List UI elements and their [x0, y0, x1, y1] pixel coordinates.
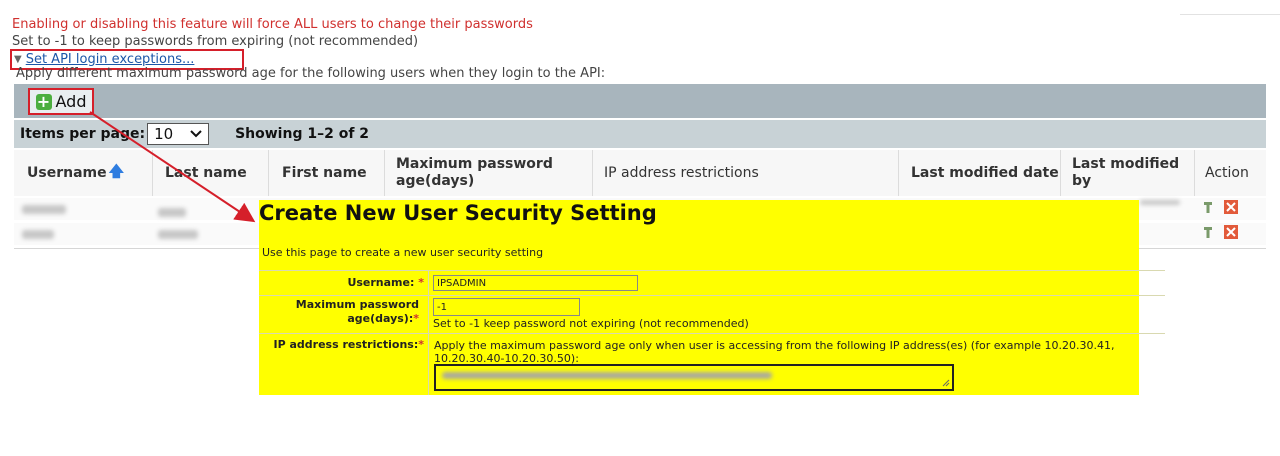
panel-subtitle: Use this page to create a new user secur… [262, 246, 544, 259]
column-label: Action [1205, 165, 1249, 181]
column-label: Username [27, 165, 107, 181]
sort-up-arrow-icon[interactable]: 🡅 [109, 161, 124, 186]
apply-description: Apply different maximum password age for… [16, 66, 606, 81]
expiry-note: Set to -1 to keep passwords from expirin… [12, 34, 419, 49]
table-toolbar [14, 84, 1266, 118]
page-size-value: 10 [154, 125, 174, 143]
api-exceptions-link[interactable]: Set API login exceptions... [26, 52, 195, 67]
column-label: Last modified by [1072, 156, 1180, 189]
max-password-age-label: Maximum password age(days):* [295, 298, 419, 325]
column-ip-restrictions[interactable]: IP address restrictions [592, 150, 899, 196]
plus-icon: + [35, 91, 52, 111]
column-max-age[interactable]: Maximum password age(days) [384, 150, 593, 196]
column-label: Last name [165, 165, 247, 181]
delete-icon[interactable] [1224, 200, 1238, 214]
items-per-page-label: Items per page: [20, 126, 146, 142]
redacted-modified-by [1140, 200, 1180, 205]
ip-restrictions-label: IP address restrictions:* [273, 338, 424, 351]
edit-icon[interactable] [1203, 201, 1213, 213]
triangle-down-icon: ▼ [14, 54, 22, 65]
max-password-age-input[interactable]: -1 [433, 298, 580, 316]
column-username[interactable]: Username 🡅 [14, 150, 153, 196]
ip-restrictions-textarea[interactable] [434, 364, 954, 391]
warning-text: Enabling or disabling this feature will … [12, 17, 533, 32]
form-column-divider [428, 270, 429, 395]
panel-title: Create New User Security Setting [259, 201, 657, 225]
redacted-ip-list [442, 372, 772, 379]
required-mark: * [418, 338, 424, 351]
column-label: IP address restrictions [604, 165, 759, 181]
required-mark: * [413, 312, 419, 325]
items-per-page-select[interactable]: 10 [147, 123, 210, 145]
edit-icon[interactable] [1203, 226, 1213, 238]
chevron-down-icon [190, 130, 202, 138]
column-label: Last modified date [911, 165, 1059, 181]
column-first-name[interactable]: First name [268, 150, 385, 196]
resize-handle-icon[interactable] [942, 379, 950, 387]
column-action: Action [1194, 150, 1266, 196]
column-label: Maximum password age(days) [396, 156, 553, 189]
pager-bar: Items per page: 10 Showing 1–2 of 2 [14, 120, 1266, 148]
column-label: First name [282, 165, 367, 181]
column-last-modified-date[interactable]: Last modified date [898, 150, 1061, 196]
redacted-username [22, 230, 54, 239]
form-divider [259, 295, 1165, 296]
username-input[interactable]: IPSADMIN [433, 275, 638, 291]
delete-icon[interactable] [1224, 225, 1238, 239]
showing-count: Showing 1–2 of 2 [235, 126, 370, 142]
add-button-label: Add [55, 92, 87, 111]
required-mark: * [418, 276, 424, 289]
top-divider [1180, 14, 1280, 15]
form-divider [259, 270, 1165, 271]
max-age-hint: Set to -1 keep password not expiring (no… [433, 317, 749, 330]
column-last-modified-by[interactable]: Last modified by [1060, 150, 1195, 196]
column-last-name[interactable]: Last name [152, 150, 269, 196]
username-label: Username: * [347, 276, 424, 289]
ip-restrictions-hint: Apply the maximum password age only when… [434, 339, 1115, 365]
add-button[interactable]: + Add [28, 88, 94, 115]
redacted-username [22, 205, 66, 214]
redacted-last-name [158, 230, 198, 239]
redacted-last-name [158, 208, 186, 217]
form-divider [259, 333, 1165, 334]
